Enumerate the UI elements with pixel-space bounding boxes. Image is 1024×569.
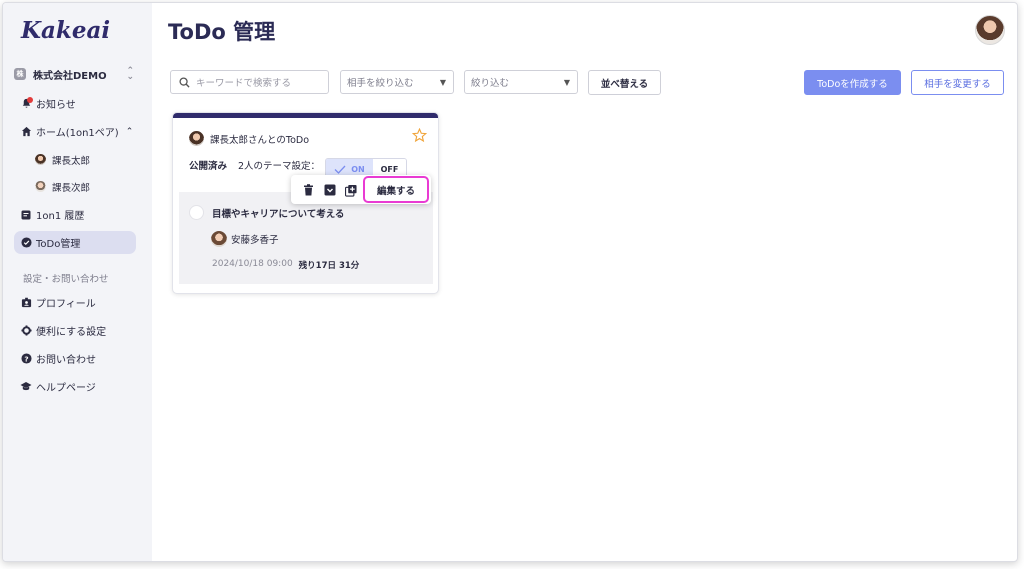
- sidebar-item-todo[interactable]: ToDo管理: [14, 231, 136, 254]
- sidebar-item-preferences[interactable]: 便利にする設定: [14, 319, 136, 342]
- profile-icon: [20, 297, 32, 309]
- sidebar-item-label: お問い合わせ: [36, 355, 96, 366]
- sidebar-item-label: 便利にする設定: [36, 327, 107, 338]
- company-badge: 株: [14, 68, 26, 80]
- caret-down-icon: ▼: [439, 77, 446, 87]
- question-icon: ?: [20, 353, 32, 365]
- sidebar-item-label: 課長次郎: [52, 182, 91, 194]
- sidebar-item-label: プロフィール: [36, 299, 96, 310]
- home-icon: [20, 126, 32, 138]
- assignee-name: 安藤多香子: [231, 235, 279, 246]
- graduation-cap-icon: [20, 381, 32, 393]
- status-row: 公開済み 2人のテーマ設定：: [189, 158, 320, 172]
- caret-down-icon: ▼: [563, 77, 570, 87]
- svg-text:?: ?: [24, 354, 28, 363]
- up-down-icon: ⌃ ⌄: [126, 66, 134, 82]
- sidebar-item-label: ホーム(1on1ペア): [36, 128, 119, 139]
- todo-checkbox[interactable]: [189, 205, 204, 220]
- avatar: [35, 181, 46, 192]
- due-date: 2024/10/18 09:00: [212, 259, 293, 269]
- sidebar-item-history[interactable]: 1on1 履歴: [14, 203, 136, 226]
- card-header: 課長太郎さんとのToDo: [189, 131, 309, 146]
- star-icon[interactable]: [412, 128, 427, 143]
- card-title: 課長太郎さんとのToDo: [210, 134, 310, 146]
- narrow-filter-label: 絞り込む: [471, 78, 510, 89]
- todo-card: 課長太郎さんとのToDo 公開済み 2人のテーマ設定： ON OFF 編集する …: [172, 112, 439, 294]
- sidebar-item-pair-taro[interactable]: 課長太郎: [29, 148, 136, 171]
- sidebar-item-home[interactable]: ホーム(1on1ペア) ⌃: [14, 120, 136, 143]
- sidebar-item-notifications[interactable]: お知らせ: [14, 92, 136, 115]
- status-badge: 公開済み: [189, 161, 228, 172]
- sort-button[interactable]: 並べ替える: [588, 70, 661, 95]
- user-avatar[interactable]: [975, 15, 1005, 45]
- archive-icon[interactable]: [324, 184, 336, 196]
- sidebar-item-label: 課長太郎: [52, 155, 91, 167]
- todo-assignee: 安藤多香子: [211, 231, 279, 247]
- page-title: ToDo 管理: [168, 20, 276, 44]
- check-circle-icon: [20, 237, 32, 249]
- todo-title: 目標やキャリアについて考える: [212, 208, 345, 220]
- gear-icon: [20, 325, 32, 337]
- sidebar: Kakeai 株 株式会社DEMO ⌃ ⌄ お知らせ ホーム(1on1ペア) ⌃ …: [3, 3, 152, 561]
- search-input[interactable]: キーワードで検索する: [170, 70, 329, 94]
- sidebar-item-help[interactable]: ヘルプページ: [14, 375, 136, 398]
- sidebar-item-label: ToDo管理: [36, 239, 81, 250]
- search-placeholder: キーワードで検索する: [196, 78, 292, 89]
- chevron-up-icon[interactable]: ⌃: [126, 127, 134, 137]
- notification-dot: [27, 96, 33, 103]
- avatar: [35, 154, 46, 165]
- trash-icon[interactable]: [303, 183, 315, 196]
- sidebar-item-label: お知らせ: [36, 100, 76, 111]
- narrow-filter-select[interactable]: 絞り込む ▼: [464, 70, 578, 94]
- edit-button[interactable]: 編集する: [363, 176, 429, 203]
- bell-icon: [20, 96, 33, 110]
- change-partner-button[interactable]: 相手を変更する: [911, 70, 1004, 95]
- settings-section-label: 設定・お問い合わせ: [23, 274, 109, 285]
- todo-item[interactable]: 目標やキャリアについて考える: [189, 205, 344, 220]
- partner-filter-label: 相手を絞り込む: [347, 78, 414, 89]
- theme-setting-label: 2人のテーマ設定：: [238, 161, 321, 172]
- card-accent-bar: [173, 113, 438, 118]
- avatar: [211, 231, 227, 247]
- company-name: 株式会社DEMO: [33, 70, 107, 82]
- sidebar-item-label: 1on1 履歴: [36, 211, 85, 222]
- partner-filter-select[interactable]: 相手を絞り込む ▼: [340, 70, 454, 94]
- duplicate-icon[interactable]: [345, 184, 357, 197]
- document-icon: [20, 209, 32, 221]
- sidebar-item-contact[interactable]: ? お問い合わせ: [14, 347, 136, 370]
- avatar: [189, 131, 204, 146]
- remaining-time: 残り17日 31分: [298, 261, 360, 271]
- create-todo-button[interactable]: ToDoを作成する: [804, 70, 901, 95]
- sidebar-item-profile[interactable]: プロフィール: [14, 291, 136, 314]
- sidebar-item-pair-jiro[interactable]: 課長次郎: [29, 175, 136, 198]
- app-logo[interactable]: Kakeai: [21, 17, 110, 44]
- check-icon: [334, 165, 346, 174]
- todo-due: 2024/10/18 09:00 残り17日 31分: [212, 259, 359, 271]
- search-icon: [179, 76, 190, 88]
- company-switcher[interactable]: 株 株式会社DEMO ⌃ ⌄: [14, 65, 134, 83]
- sidebar-item-label: ヘルプページ: [36, 383, 96, 394]
- app-window: Kakeai 株 株式会社DEMO ⌃ ⌄ お知らせ ホーム(1on1ペア) ⌃ …: [2, 2, 1018, 562]
